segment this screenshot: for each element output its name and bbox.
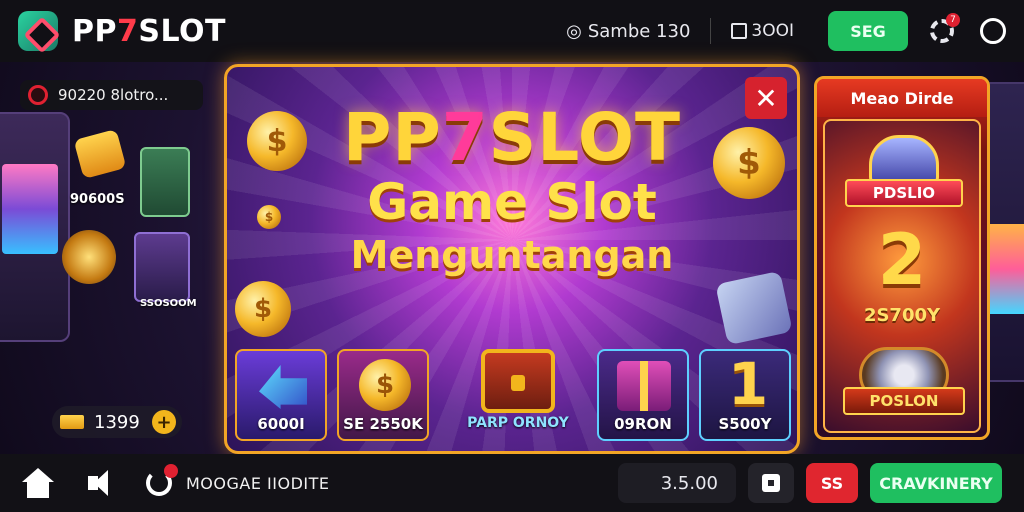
top-right-group: ◎ Sambe 130 3OOI SEG 7 [566, 0, 1006, 62]
game-tile[interactable] [134, 232, 190, 302]
logo-icon[interactable] [18, 11, 58, 51]
promo-pill[interactable]: 90220 8lotro... [20, 80, 203, 110]
reward-card[interactable]: $ SE 2550K [337, 349, 429, 441]
sound-icon[interactable] [88, 470, 116, 496]
shield-icon [28, 85, 48, 105]
cart-button[interactable] [748, 463, 794, 503]
arrow-icon [259, 365, 307, 409]
reward-card[interactable]: PARP ORNOY [463, 349, 573, 441]
side-value: 2S700Y [863, 305, 941, 326]
side-promo-panel[interactable]: Meao Dirde PDSLIO 2 2S700Y POSLON [814, 76, 990, 440]
number-one-icon: 1 [727, 350, 769, 418]
game-tile[interactable] [140, 147, 190, 217]
title-seven: 7 [441, 99, 489, 176]
side-panel-body: PDSLIO 2 2S700Y POSLON [823, 119, 981, 433]
reward-card[interactable]: 1 S500Y [699, 349, 791, 441]
settings-button[interactable]: 7 [926, 13, 960, 47]
divider [710, 18, 712, 44]
user-icon: ◎ [566, 20, 582, 42]
ss-button[interactable]: SS [806, 463, 858, 503]
refresh-icon[interactable] [146, 464, 178, 496]
tile-label: SSOSOOM [140, 298, 197, 309]
side-panel-header: Meao Dirde [817, 79, 987, 117]
reward-card-label: SE 2550K [343, 415, 423, 433]
seg-button[interactable]: SEG [828, 11, 908, 51]
coin-icon: $ [359, 359, 411, 411]
gift-icon [617, 361, 671, 411]
top-bar: PP7SLOT ◎ Sambe 130 3OOI SEG 7 [0, 0, 1024, 62]
balance-value: 1399 [94, 411, 140, 433]
close-button[interactable]: ✕ [745, 77, 787, 119]
promo-text: 90220 8lotro... [58, 86, 169, 104]
promo-modal: $ $ $ $ PP7SLOT Game Slot Menguntangan ✕… [224, 64, 800, 454]
side-ribbon-top: PDSLIO [845, 179, 963, 207]
modal-subtitle-2: Menguntangan [350, 233, 674, 277]
balance-pill: 1399 + [52, 406, 182, 438]
slot-machine-left [0, 112, 70, 342]
reward-card-label: PARP ORNOY [467, 415, 569, 431]
circle-icon[interactable] [980, 18, 1006, 44]
side-ribbon-bottom: POSLON [843, 387, 965, 415]
tile-label: 90600S [70, 192, 125, 207]
machine-screen [2, 164, 58, 254]
title-prefix: PP [342, 99, 442, 176]
reel-icon [62, 230, 116, 284]
modal-title-group: PP7SLOT Game Slot Menguntangan [227, 103, 797, 279]
notification-badge: 7 [946, 13, 960, 27]
wallet-icon [731, 23, 748, 39]
notification-badge [164, 464, 178, 478]
modal-subtitle: Game Slot [367, 173, 657, 231]
reward-card[interactable]: 09RON [597, 349, 689, 441]
close-icon: ✕ [754, 81, 778, 115]
lock-icon [73, 128, 127, 180]
app-root: PP7SLOT ◎ Sambe 130 3OOI SEG 7 90600S SS… [0, 0, 1024, 512]
user-info[interactable]: ◎ Sambe 130 [566, 21, 690, 42]
cart-icon [762, 474, 780, 492]
plus-icon[interactable]: + [152, 410, 176, 434]
brand-seven: 7 [116, 13, 139, 49]
bottom-right-group: 3.5.00 SS CRAVKINERY [618, 463, 1002, 503]
user-text: Sambe 130 [587, 20, 691, 42]
coin-icon: $ [235, 281, 291, 337]
coin-icon [60, 415, 84, 429]
title-suffix: SLOT [488, 99, 682, 176]
bottom-bar: MOOGAE IIODITE 3.5.00 SS CRAVKINERY [0, 454, 1024, 512]
reward-card[interactable]: 6000I [235, 349, 327, 441]
amount-field[interactable]: 3.5.00 [618, 463, 736, 503]
modal-title: PP7SLOT [227, 103, 797, 173]
reward-card-label: 09RON [614, 415, 672, 433]
brand-title[interactable]: PP7SLOT [72, 14, 226, 49]
wallet-text: 3OOI [751, 21, 794, 41]
reward-card-label: S500Y [718, 415, 772, 433]
brand-suffix: SLOT [138, 13, 226, 49]
brand-prefix: PP [72, 13, 117, 49]
side-big-number: 2 [877, 219, 927, 301]
home-icon[interactable] [22, 468, 54, 498]
cta-button[interactable]: CRAVKINERY [870, 463, 1002, 503]
treasure-chest-icon [481, 349, 555, 413]
mode-label: MOOGAE IIODITE [186, 473, 330, 493]
reward-cards: 6000I $ SE 2550K PARP ORNOY 09RON 1 S500… [235, 349, 791, 443]
wallet-info[interactable]: 3OOI [731, 21, 794, 41]
reward-card-label: 6000I [257, 415, 305, 433]
